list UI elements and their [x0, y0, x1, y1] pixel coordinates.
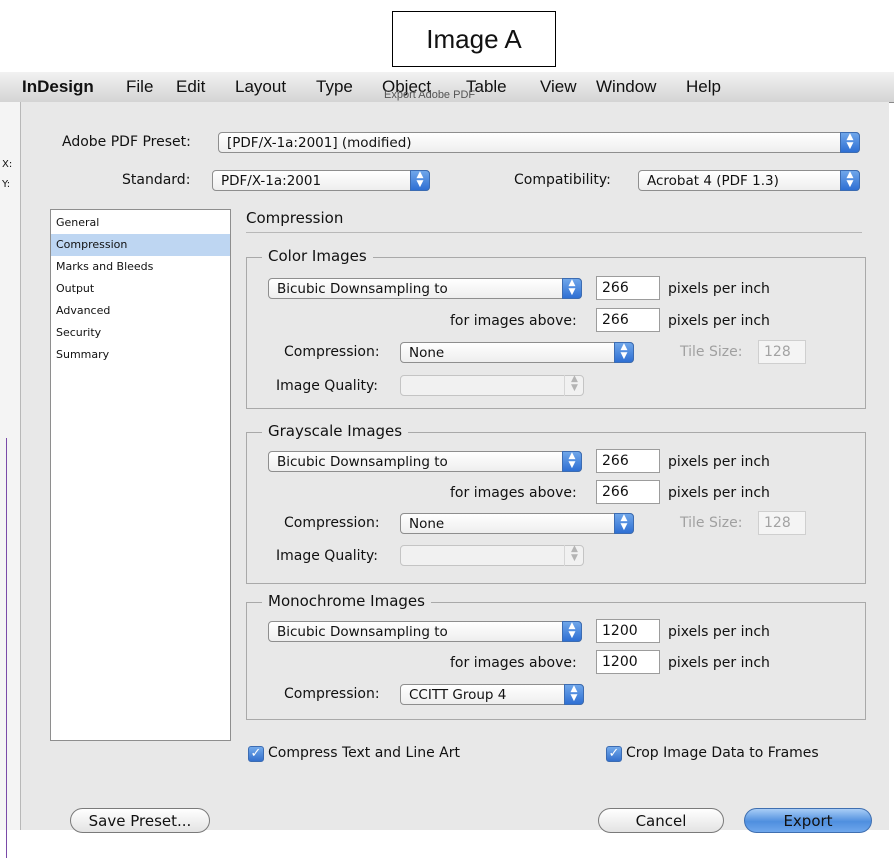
preset-value: [PDF/X-1a:2001] (modified) [227, 135, 412, 151]
menu-type[interactable]: Type [316, 77, 353, 97]
grayscale-compression-value: None [409, 516, 445, 532]
chevron-updown-icon: ▲ ▼ [564, 684, 584, 705]
y-coord-label: Y: [2, 179, 11, 190]
sidebar-item-summary[interactable]: Summary [51, 344, 230, 366]
app-left-strip: X: Y: [0, 102, 21, 858]
sidebar-item-output[interactable]: Output [51, 278, 230, 300]
menu-view[interactable]: View [540, 77, 577, 97]
monochrome-sampling-select[interactable]: Bicubic Downsampling to ▲ ▼ [268, 621, 582, 642]
monochrome-above-unit: pixels per inch [668, 655, 770, 671]
section-divider [246, 232, 862, 233]
grayscale-images-title: Grayscale Images [262, 422, 409, 440]
grayscale-tile-input[interactable]: 128 [758, 511, 806, 535]
grayscale-compression-label: Compression: [284, 515, 380, 531]
chevron-updown-icon: ▲ ▼ [410, 170, 430, 191]
grayscale-quality-select[interactable]: ▲ ▼ [400, 545, 584, 566]
monochrome-ppi-input[interactable]: 1200 [596, 619, 660, 643]
compatibility-value: Acrobat 4 (PDF 1.3) [647, 173, 779, 189]
monochrome-compression-value: CCITT Group 4 [409, 687, 507, 703]
category-sidebar: General Compression Marks and Bleeds Out… [50, 209, 231, 741]
color-tile-input[interactable]: 128 [758, 340, 806, 364]
compress-text-checkbox[interactable]: ✓ [248, 746, 264, 762]
grayscale-sampling-select[interactable]: Bicubic Downsampling to ▲ ▼ [268, 451, 582, 472]
color-above-unit: pixels per inch [668, 313, 770, 329]
standard-select[interactable]: PDF/X-1a:2001 ▲ ▼ [212, 170, 430, 191]
color-images-title: Color Images [262, 247, 373, 265]
color-quality-select[interactable]: ▲ ▼ [400, 375, 584, 396]
cancel-button[interactable]: Cancel [598, 808, 724, 833]
crop-image-label: Crop Image Data to Frames [626, 745, 819, 761]
grayscale-quality-label: Image Quality: [276, 548, 379, 564]
sidebar-item-advanced[interactable]: Advanced [51, 300, 230, 322]
standard-value: PDF/X-1a:2001 [221, 173, 322, 189]
sidebar-item-compression[interactable]: Compression [51, 234, 230, 256]
crop-image-checkbox[interactable]: ✓ [606, 746, 622, 762]
menu-app[interactable]: InDesign [22, 77, 94, 97]
monochrome-images-title: Monochrome Images [262, 592, 431, 610]
standard-label: Standard: [122, 172, 191, 188]
grayscale-tile-label: Tile Size: [680, 515, 743, 531]
sidebar-item-marks-and-bleeds[interactable]: Marks and Bleeds [51, 256, 230, 278]
preset-label: Adobe PDF Preset: [62, 134, 191, 150]
chevron-updown-icon: ▲ ▼ [564, 545, 584, 566]
window-title: Export Adobe PDF [384, 89, 476, 101]
chevron-updown-icon: ▲ ▼ [614, 342, 634, 363]
color-above-label: for images above: [450, 313, 577, 329]
save-preset-button[interactable]: Save Preset... [70, 808, 210, 833]
monochrome-sampling-value: Bicubic Downsampling to [277, 624, 448, 640]
grayscale-compression-select[interactable]: None ▲ ▼ [400, 513, 634, 534]
monochrome-above-label: for images above: [450, 655, 577, 671]
color-above-input[interactable]: 266 [596, 308, 660, 332]
compatibility-label: Compatibility: [514, 172, 611, 188]
color-quality-label: Image Quality: [276, 378, 379, 394]
sidebar-item-general[interactable]: General [51, 212, 230, 234]
chevron-updown-icon: ▲ ▼ [840, 170, 860, 191]
monochrome-above-input[interactable]: 1200 [596, 650, 660, 674]
color-sampling-value: Bicubic Downsampling to [277, 281, 448, 297]
menu-layout[interactable]: Layout [235, 77, 286, 97]
sidebar-item-security[interactable]: Security [51, 322, 230, 344]
color-sampling-select[interactable]: Bicubic Downsampling to ▲ ▼ [268, 278, 582, 299]
monochrome-ppi-unit: pixels per inch [668, 624, 770, 640]
monochrome-compression-label: Compression: [284, 686, 380, 702]
preset-select[interactable]: [PDF/X-1a:2001] (modified) ▲ ▼ [218, 132, 860, 153]
x-coord-label: X: [2, 159, 13, 170]
chevron-updown-icon: ▲ ▼ [562, 621, 582, 642]
color-compression-label: Compression: [284, 344, 380, 360]
chevron-updown-icon: ▲ ▼ [562, 451, 582, 472]
grayscale-above-input[interactable]: 266 [596, 480, 660, 504]
grayscale-ppi-unit: pixels per inch [668, 454, 770, 470]
grayscale-sampling-value: Bicubic Downsampling to [277, 454, 448, 470]
chevron-updown-icon: ▲ ▼ [564, 375, 584, 396]
grayscale-above-label: for images above: [450, 485, 577, 501]
menu-window[interactable]: Window [596, 77, 656, 97]
color-compression-select[interactable]: None ▲ ▼ [400, 342, 634, 363]
chevron-updown-icon: ▲ ▼ [614, 513, 634, 534]
chevron-updown-icon: ▲ ▼ [840, 132, 860, 153]
menu-file[interactable]: File [126, 77, 153, 97]
export-button[interactable]: Export [744, 808, 872, 833]
color-compression-value: None [409, 345, 445, 361]
menu-help[interactable]: Help [686, 77, 721, 97]
compatibility-select[interactable]: Acrobat 4 (PDF 1.3) ▲ ▼ [638, 170, 860, 191]
color-tile-label: Tile Size: [680, 344, 743, 360]
page-edge-guide [6, 438, 7, 858]
monochrome-compression-select[interactable]: CCITT Group 4 ▲ ▼ [400, 684, 584, 705]
grayscale-above-unit: pixels per inch [668, 485, 770, 501]
menu-edit[interactable]: Edit [176, 77, 205, 97]
grayscale-ppi-input[interactable]: 266 [596, 449, 660, 473]
compress-text-label: Compress Text and Line Art [268, 745, 460, 761]
color-ppi-input[interactable]: 266 [596, 276, 660, 300]
image-label: Image A [392, 11, 556, 67]
section-title: Compression [246, 209, 344, 227]
color-ppi-unit: pixels per inch [668, 281, 770, 297]
chevron-updown-icon: ▲ ▼ [562, 278, 582, 299]
